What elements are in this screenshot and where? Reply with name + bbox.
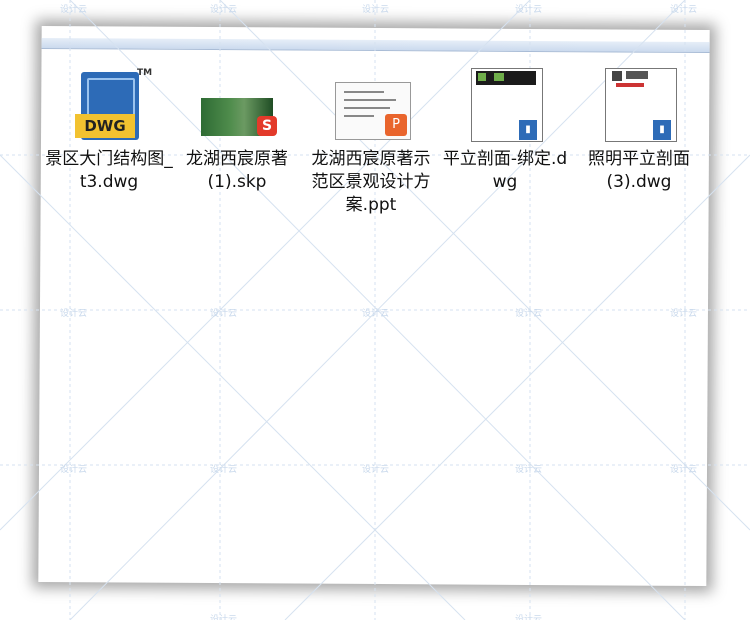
dwg-tag-label: DWG xyxy=(75,114,135,138)
powerpoint-icon: P xyxy=(333,68,411,144)
watermark-text: 设计云 xyxy=(60,309,88,319)
watermark-text: 设计云 xyxy=(515,615,543,620)
watermark-text: 设计云 xyxy=(515,465,543,475)
file-item[interactable]: S 龙湖西宸原著 (1).skp xyxy=(173,68,301,194)
watermark-text: 设计云 xyxy=(515,309,543,319)
file-name: 龙湖西宸原著 (1).skp xyxy=(186,149,288,192)
file-name: 龙湖西宸原著示范区景观设计方案.ppt xyxy=(311,149,431,215)
watermark-text: 设计云 xyxy=(362,309,390,319)
watermark-text: 设计云 xyxy=(670,5,698,15)
watermark-text: 设计云 xyxy=(60,465,88,475)
file-item[interactable]: P 龙湖西宸原著示范区景观设计方案.ppt xyxy=(307,68,435,217)
drawing-thumbnail-icon: ▮ xyxy=(601,68,677,144)
watermark-text: 设计云 xyxy=(210,5,238,15)
watermark-text: 设计云 xyxy=(210,615,238,620)
watermark-text: 设计云 xyxy=(670,465,698,475)
file-name: 平立剖面-绑定.dwg xyxy=(442,149,568,192)
file-item[interactable]: DWG TM 景区大门结构图_t3.dwg xyxy=(45,68,173,194)
file-item[interactable]: ▮ 照明平立剖面(3).dwg xyxy=(575,68,703,194)
file-item[interactable]: ▮ 平立剖面-绑定.dwg xyxy=(441,68,569,194)
watermark-text: 设计云 xyxy=(670,309,698,319)
watermark-text: 设计云 xyxy=(362,5,390,15)
file-list: DWG TM 景区大门结构图_t3.dwg S 龙湖西宸原著 (1).skp P… xyxy=(45,68,705,268)
dwg-icon: DWG TM xyxy=(71,68,152,144)
trademark-label: TM xyxy=(137,68,153,78)
window-toolbar-strip xyxy=(41,37,710,54)
watermark-text: 设计云 xyxy=(515,5,543,15)
file-name: 景区大门结构图_t3.dwg xyxy=(45,149,173,192)
watermark-text: 设计云 xyxy=(210,309,238,319)
file-name: 照明平立剖面(3).dwg xyxy=(588,149,690,192)
watermark-text: 设计云 xyxy=(362,465,390,475)
watermark-text: 设计云 xyxy=(60,5,88,15)
screenshot-stage: 设计云 设计云 设计云 设计云 设计云 设计云 设计云 设计云 设计云 设计云 … xyxy=(0,0,750,620)
drawing-thumbnail-icon: ▮ xyxy=(467,68,543,144)
watermark-text: 设计云 xyxy=(210,465,238,475)
sketchup-icon: S xyxy=(199,68,277,144)
